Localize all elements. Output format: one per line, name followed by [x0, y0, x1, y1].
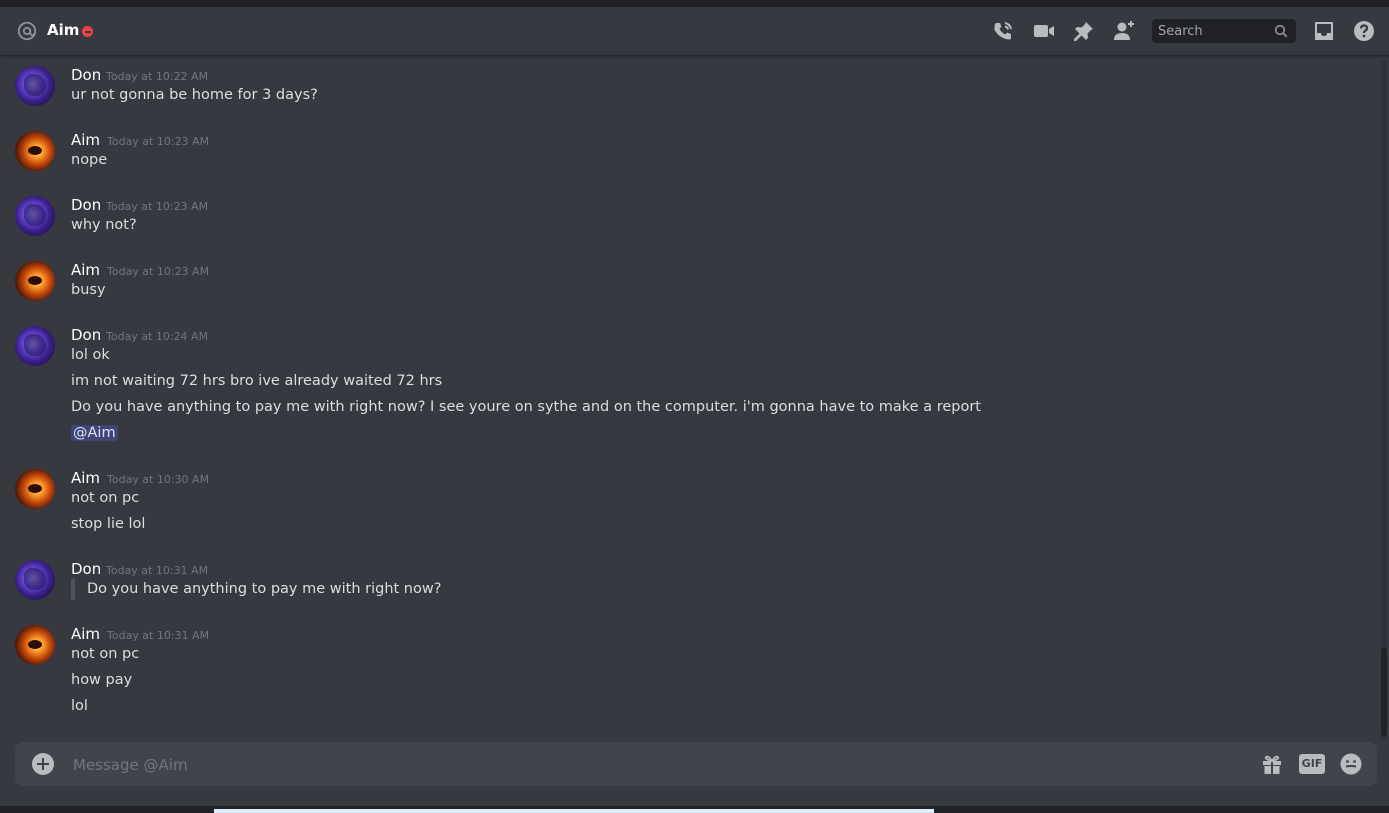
- avatar[interactable]: [15, 196, 55, 236]
- avatar[interactable]: [15, 469, 55, 509]
- avatar[interactable]: [15, 66, 55, 106]
- gift-icon[interactable]: [1260, 752, 1284, 776]
- timestamp: Today at 10:23 AM: [106, 200, 209, 213]
- dnd-status-icon: [82, 26, 93, 37]
- author-name[interactable]: Aim: [71, 469, 100, 487]
- search-input[interactable]: [1152, 19, 1270, 43]
- scrollbar-track[interactable]: [1381, 60, 1387, 740]
- author-name[interactable]: Aim: [71, 261, 100, 279]
- message-text: busy: [71, 282, 106, 298]
- timestamp: Today at 10:31 AM: [107, 629, 210, 642]
- timestamp: Today at 10:30 AM: [107, 473, 210, 486]
- timestamp: Today at 10:22 AM: [106, 70, 209, 83]
- add-friend-icon[interactable]: [1112, 19, 1136, 43]
- phone-call-icon[interactable]: [991, 19, 1015, 43]
- timestamp: Today at 10:23 AM: [107, 265, 210, 278]
- avatar[interactable]: [15, 326, 55, 366]
- message-text: not on pc: [71, 646, 140, 662]
- help-icon[interactable]: [1352, 19, 1376, 43]
- author-name[interactable]: Don: [71, 326, 101, 344]
- message-text: ur not gonna be home for 3 days?: [71, 87, 318, 103]
- avatar[interactable]: [15, 625, 55, 665]
- message-list: Don Today at 10:22 AM ur not gonna be ho…: [0, 56, 1389, 736]
- quoted-text: Do you have anything to pay me with righ…: [87, 581, 442, 597]
- emoji-icon[interactable]: [1339, 752, 1363, 776]
- avatar[interactable]: [15, 560, 55, 600]
- message-text: lol ok: [71, 347, 110, 363]
- author-name[interactable]: Don: [71, 560, 101, 578]
- author-name[interactable]: Aim: [71, 131, 100, 149]
- search-icon: [1274, 24, 1288, 38]
- timestamp: Today at 10:31 AM: [106, 564, 209, 577]
- message-text: @Aim: [71, 425, 118, 441]
- at-icon: [17, 21, 37, 41]
- window-top-strip: [0, 0, 1389, 7]
- user-mention[interactable]: @Aim: [71, 425, 118, 441]
- taskbar-strip: [214, 809, 934, 813]
- pin-icon[interactable]: [1072, 19, 1096, 43]
- video-camera-icon[interactable]: [1032, 19, 1056, 43]
- avatar[interactable]: [15, 261, 55, 301]
- timestamp: Today at 10:23 AM: [107, 135, 210, 148]
- gif-button[interactable]: GIF: [1299, 754, 1325, 774]
- avatar[interactable]: [15, 131, 55, 171]
- channel-header: Aim: [0, 7, 1389, 56]
- channel-title: Aim: [47, 21, 80, 39]
- message-text: not on pc: [71, 490, 140, 506]
- search-box[interactable]: [1152, 19, 1296, 43]
- scrollbar-thumb[interactable]: [1381, 648, 1387, 736]
- author-name[interactable]: Don: [71, 66, 101, 84]
- message-input[interactable]: [71, 742, 1245, 788]
- inbox-icon[interactable]: [1312, 19, 1336, 43]
- quote-bar: [71, 578, 75, 600]
- author-name[interactable]: Aim: [71, 625, 100, 643]
- message-text: how pay: [71, 672, 133, 688]
- timestamp: Today at 10:24 AM: [106, 330, 209, 343]
- message-text: lol: [71, 698, 88, 714]
- message-text: nope: [71, 152, 108, 168]
- message-text: Do you have anything to pay me with righ…: [71, 399, 981, 415]
- message-text: why not?: [71, 217, 137, 233]
- message-text: stop lie lol: [71, 516, 146, 532]
- message-text: im not waiting 72 hrs bro ive already wa…: [71, 373, 443, 389]
- author-name[interactable]: Don: [71, 196, 101, 214]
- message-composer: GIF: [15, 742, 1377, 788]
- plus-circle-icon[interactable]: [32, 753, 54, 775]
